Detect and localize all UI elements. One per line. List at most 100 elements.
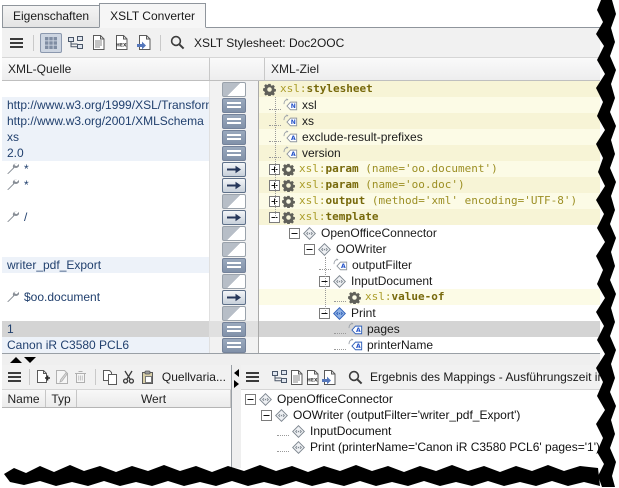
mapping-button-cell	[210, 209, 259, 225]
menu-icon[interactable]	[7, 368, 23, 386]
target-node-label[interactable]: xsl	[302, 97, 317, 113]
constant-mapping-button[interactable]	[222, 98, 246, 113]
source-value-cell[interactable]: http://www.w3.org/1999/XSL/Transform	[2, 97, 210, 113]
splitter-down-icon[interactable]	[24, 357, 36, 363]
column-header-wert[interactable]: Wert	[77, 390, 231, 407]
source-value-cell[interactable]: $oo.document	[2, 289, 210, 305]
new-item-icon[interactable]	[36, 368, 52, 386]
result-node-label[interactable]: OOWriter (outputFilter='writer_pdf_Expor…	[293, 407, 520, 423]
search-icon[interactable]	[348, 368, 363, 386]
constant-mapping-button[interactable]	[222, 146, 246, 161]
target-node-label[interactable]: printerName	[367, 337, 433, 353]
result-node-label[interactable]: InputDocument	[310, 423, 391, 439]
grid-view-icon[interactable]	[40, 33, 62, 53]
collapse-icon[interactable]	[261, 410, 272, 421]
target-node-label[interactable]: exclude-result-prefixes	[302, 129, 423, 145]
target-node-label[interactable]: xsl:param (name='oo.document')	[299, 161, 498, 177]
source-value-cell[interactable]: *	[2, 177, 210, 193]
copy-icon[interactable]	[102, 368, 118, 386]
gear-icon	[263, 83, 276, 96]
target-node-label[interactable]: xsl:param (name='oo.doc')	[299, 177, 465, 193]
export-view-icon[interactable]	[322, 368, 336, 386]
tree-connector	[334, 325, 346, 334]
export-view-icon[interactable]	[134, 34, 154, 52]
delete-icon[interactable]	[73, 368, 89, 386]
vertical-splitter[interactable]	[232, 365, 241, 468]
arrow-mapping-button[interactable]	[222, 290, 246, 305]
target-node-label[interactable]: version	[302, 145, 341, 161]
column-header-typ[interactable]: Typ	[46, 390, 77, 407]
no-mapping-button[interactable]	[222, 242, 246, 257]
target-node-label[interactable]: xsl:template	[299, 209, 378, 225]
hex-view-icon[interactable]: HEX	[306, 368, 319, 386]
column-header-name[interactable]: Name	[2, 390, 46, 407]
target-node-cell: Apages	[259, 321, 600, 337]
target-node-cell: Aversion	[259, 145, 600, 161]
search-icon[interactable]	[167, 34, 187, 52]
horizontal-splitter[interactable]	[2, 353, 600, 365]
collapse-icon[interactable]	[245, 394, 256, 405]
source-value-text: 2.0	[7, 145, 24, 161]
converter-toolbar: HEX XSLT Stylesheet: Doc2OOC	[2, 28, 600, 58]
menu-icon[interactable]	[7, 34, 27, 52]
target-node-label[interactable]: xs	[302, 113, 314, 129]
target-node-label[interactable]: InputDocument	[351, 273, 432, 289]
text-view-icon[interactable]	[88, 34, 108, 52]
structure-view-icon[interactable]	[65, 34, 85, 52]
source-value-cell[interactable]: /	[2, 209, 210, 225]
arrow-mapping-button[interactable]	[222, 162, 246, 177]
cut-icon[interactable]	[120, 368, 136, 386]
source-value-cell[interactable]: Canon iR C3580 PCL6	[2, 337, 210, 353]
attribute-icon-blue: A	[348, 322, 363, 336]
structure-view-icon[interactable]	[272, 368, 287, 386]
mapping-button-cell	[210, 337, 259, 353]
mapping-row: / xsl:template	[2, 209, 600, 225]
source-value-cell[interactable]: 2.0	[2, 145, 210, 161]
splitter-up-icon[interactable]	[10, 357, 22, 363]
source-value-cell[interactable]: xs	[2, 129, 210, 145]
tab-xslt-converter[interactable]: XSLT Converter	[99, 3, 206, 28]
result-node-label[interactable]: Print (printerName='Canon iR C3580 PCL6'…	[310, 439, 600, 455]
target-node-label[interactable]: outputFilter	[352, 257, 412, 273]
no-mapping-button[interactable]	[222, 306, 246, 321]
xsl-prefix: xsl:	[299, 178, 326, 191]
constant-mapping-button[interactable]	[222, 258, 246, 273]
constant-mapping-button[interactable]	[222, 322, 246, 337]
target-node-label[interactable]: xsl:output (method='xml' encoding='UTF-8…	[299, 193, 577, 209]
target-node-label[interactable]: OOWriter	[336, 241, 386, 257]
collapse-icon[interactable]	[304, 244, 315, 255]
splitter-right-icon[interactable]	[234, 380, 239, 388]
source-value-cell[interactable]: writer_pdf_Export	[2, 257, 210, 273]
constant-mapping-button[interactable]	[222, 130, 246, 145]
paste-icon[interactable]	[139, 368, 155, 386]
target-node-label[interactable]: xsl:stylesheet	[280, 81, 373, 97]
target-node-label[interactable]: Print	[351, 305, 376, 321]
constant-mapping-button[interactable]	[222, 338, 246, 353]
mapping-row: http://www.w3.org/2001/XMLSchemaNxs	[2, 113, 600, 129]
target-node-label[interactable]: xsl:value-of	[365, 289, 444, 305]
collapse-icon[interactable]	[289, 228, 300, 239]
arrow-mapping-button[interactable]	[222, 210, 246, 225]
splitter-left-icon[interactable]	[234, 369, 239, 377]
no-mapping-button[interactable]	[222, 274, 246, 289]
result-node-label[interactable]: OpenOfficeConnector	[277, 391, 393, 407]
target-node-label[interactable]: pages	[367, 321, 400, 337]
source-value-cell[interactable]: *	[2, 161, 210, 177]
tab-eigenschaften[interactable]: Eigenschaften	[2, 5, 100, 27]
source-value-cell[interactable]: 1	[2, 321, 210, 337]
tree-connector	[277, 427, 289, 436]
edit-icon[interactable]	[54, 368, 70, 386]
hex-view-icon[interactable]: HEX	[111, 34, 131, 52]
xsl-instruction-name: param	[326, 162, 359, 175]
arrow-mapping-button[interactable]	[222, 178, 246, 193]
source-column-header: XML-Quelle	[2, 58, 210, 80]
target-node-label[interactable]: OpenOfficeConnector	[321, 225, 437, 241]
menu-icon[interactable]	[246, 368, 260, 386]
no-mapping-button[interactable]	[222, 194, 246, 209]
element-icon	[258, 392, 273, 407]
no-mapping-button[interactable]	[222, 226, 246, 241]
no-mapping-button[interactable]	[222, 82, 246, 97]
text-view-icon[interactable]	[290, 368, 303, 386]
constant-mapping-button[interactable]	[222, 114, 246, 129]
source-value-cell[interactable]: http://www.w3.org/2001/XMLSchema	[2, 113, 210, 129]
